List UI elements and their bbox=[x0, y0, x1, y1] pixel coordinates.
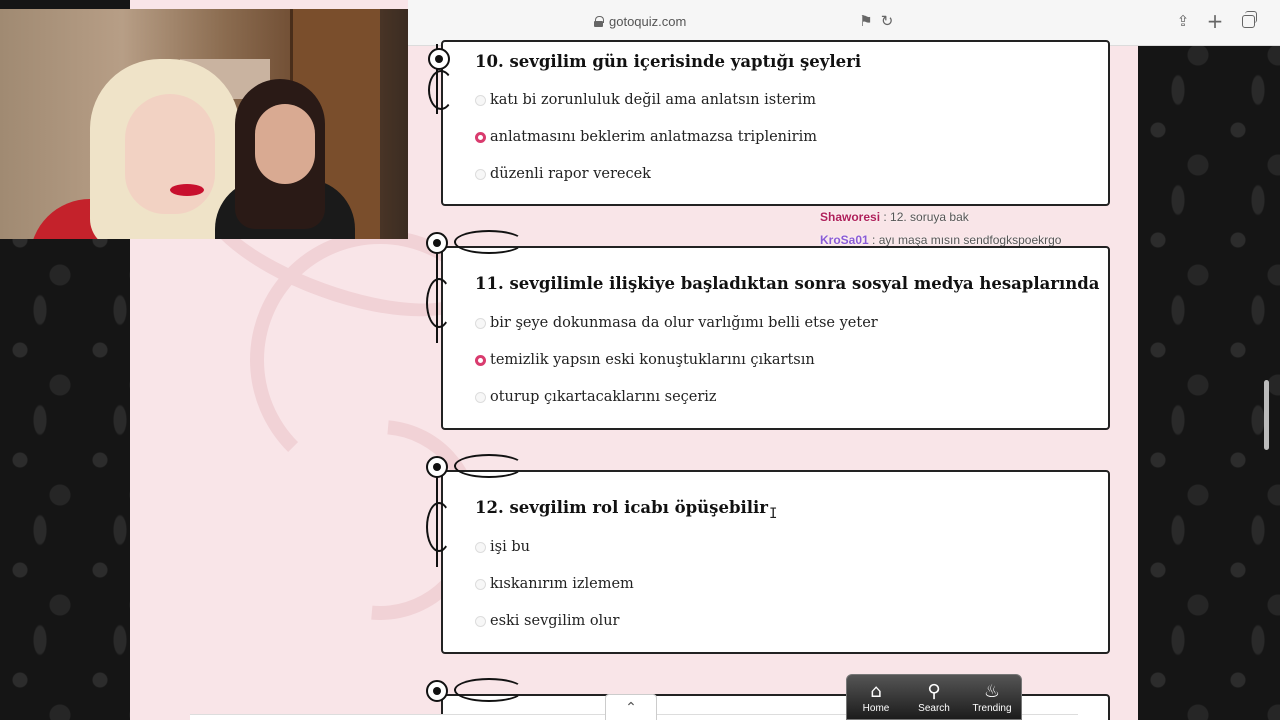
radio-button[interactable] bbox=[475, 578, 486, 590]
option-label: kıskanırım izlemem bbox=[490, 576, 634, 592]
radio-button[interactable] bbox=[475, 317, 486, 329]
option-label: bir şeye dokunmasa da olur varlığımı bel… bbox=[490, 315, 878, 331]
question-card-12: 12. sevgilim rol icabı öpüşebilir işi bu… bbox=[441, 470, 1110, 654]
option-label: temizlik yapsın eski konuştuklarını çıka… bbox=[490, 352, 815, 368]
radio-button[interactable] bbox=[475, 168, 486, 180]
option-label: işi bu bbox=[490, 539, 530, 555]
option-label: katı bi zorunluluk değil ama anlatsın is… bbox=[490, 92, 816, 108]
answer-option[interactable]: katı bi zorunluluk değil ama anlatsın is… bbox=[475, 92, 816, 108]
nav-label: Search bbox=[918, 703, 950, 714]
tabs-overview-icon[interactable] bbox=[1242, 11, 1257, 28]
question-title: 12. sevgilim rol icabı öpüşebilir bbox=[475, 498, 768, 517]
answer-option[interactable]: temizlik yapsın eski konuştuklarını çıka… bbox=[475, 352, 815, 368]
answer-option[interactable]: düzenli rapor verecek bbox=[475, 166, 651, 182]
radio-button[interactable] bbox=[475, 94, 486, 106]
address-bar[interactable]: gotoquiz.com bbox=[594, 14, 686, 29]
search-icon: ⚲ bbox=[927, 681, 941, 702]
scroll-to-top-button[interactable]: ⌃ bbox=[605, 694, 657, 720]
question-title: 10. sevgilim gün içerisinde yaptığı şeyl… bbox=[475, 52, 862, 71]
chat-username: Shaworesi bbox=[820, 210, 881, 224]
radio-button-selected[interactable] bbox=[475, 131, 486, 143]
answer-option[interactable]: işi bu bbox=[475, 539, 530, 555]
answer-option[interactable]: oturup çıkartacaklarını seçeriz bbox=[475, 389, 717, 405]
url-text: gotoquiz.com bbox=[609, 14, 687, 29]
nav-home-button[interactable]: ⌂ Home bbox=[849, 681, 903, 714]
reload-icon[interactable]: ↻ bbox=[878, 12, 896, 30]
share-icon[interactable]: ⇪ bbox=[1174, 12, 1192, 30]
right-damask-background bbox=[1138, 0, 1280, 720]
question-card-11: 11. sevgilimle ilişkiye başladıktan sonr… bbox=[441, 246, 1110, 430]
answer-option[interactable]: eski sevgilim olur bbox=[475, 613, 619, 629]
question-card-10: 10. sevgilim gün içerisinde yaptığı şeyl… bbox=[441, 40, 1110, 206]
lock-icon bbox=[594, 16, 604, 27]
question-title: 11. sevgilimle ilişkiye başladıktan sonr… bbox=[475, 274, 1100, 293]
webcam-overlay bbox=[0, 9, 408, 239]
chevron-up-icon: ⌃ bbox=[625, 700, 637, 716]
answer-option[interactable]: bir şeye dokunmasa da olur varlığımı bel… bbox=[475, 315, 878, 331]
radio-button[interactable] bbox=[475, 391, 486, 403]
option-label: düzenli rapor verecek bbox=[490, 166, 651, 182]
chat-text: : ayı maşa mısın sendfogkspoekrgo bbox=[868, 233, 1062, 247]
webcam-person-right bbox=[215, 79, 355, 239]
chat-text: : 12. soruya bak bbox=[880, 210, 969, 224]
radio-button[interactable] bbox=[475, 615, 486, 627]
chat-message: Shaworesi : 12. soruya bak bbox=[820, 210, 969, 224]
chat-message: KroSa01 : ayı maşa mısın sendfogkspoekrg… bbox=[820, 233, 1061, 247]
translate-icon[interactable]: ⚑ bbox=[857, 12, 875, 30]
option-label: oturup çıkartacaklarını seçeriz bbox=[490, 389, 717, 405]
bottom-navigation: ⌂ Home ⚲ Search ♨ Trending bbox=[846, 674, 1022, 720]
nav-label: Trending bbox=[972, 703, 1012, 714]
answer-option[interactable]: kıskanırım izlemem bbox=[475, 576, 634, 592]
answer-option[interactable]: anlatmasını beklerim anlatmazsa tripleni… bbox=[475, 129, 817, 145]
home-icon: ⌂ bbox=[870, 681, 882, 702]
webcam-person-left bbox=[20, 39, 260, 239]
new-tab-icon[interactable]: + bbox=[1206, 11, 1224, 31]
nav-label: Home bbox=[862, 703, 890, 714]
nav-search-button[interactable]: ⚲ Search bbox=[907, 681, 961, 714]
nav-trending-button[interactable]: ♨ Trending bbox=[965, 681, 1019, 714]
flame-icon: ♨ bbox=[983, 681, 1001, 702]
chat-username: KroSa01 bbox=[820, 233, 869, 247]
radio-button-selected[interactable] bbox=[475, 354, 486, 366]
radio-button[interactable] bbox=[475, 541, 486, 553]
option-label: anlatmasını beklerim anlatmazsa tripleni… bbox=[490, 129, 817, 145]
text-cursor-icon: I bbox=[769, 506, 778, 522]
option-label: eski sevgilim olur bbox=[490, 613, 620, 629]
scrollbar[interactable] bbox=[1264, 380, 1269, 450]
